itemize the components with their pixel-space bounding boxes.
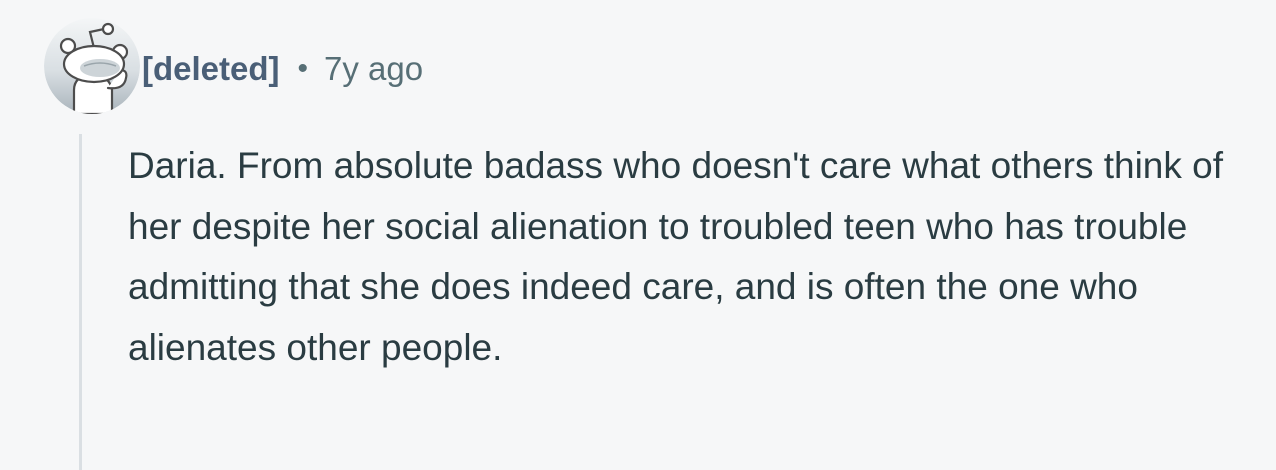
thread-collapse-line[interactable] xyxy=(79,134,82,470)
comment-meta: [deleted] • 7y ago xyxy=(142,48,423,90)
comment: [deleted] • 7y ago Daria. From absolute … xyxy=(0,0,1276,470)
meta-separator: • xyxy=(297,52,309,85)
timestamp[interactable]: 7y ago xyxy=(324,48,423,90)
author-name[interactable]: [deleted] xyxy=(142,48,280,90)
comment-body: Daria. From absolute badass who doesn't … xyxy=(128,145,1224,368)
snoo-avatar-icon[interactable] xyxy=(44,18,140,114)
